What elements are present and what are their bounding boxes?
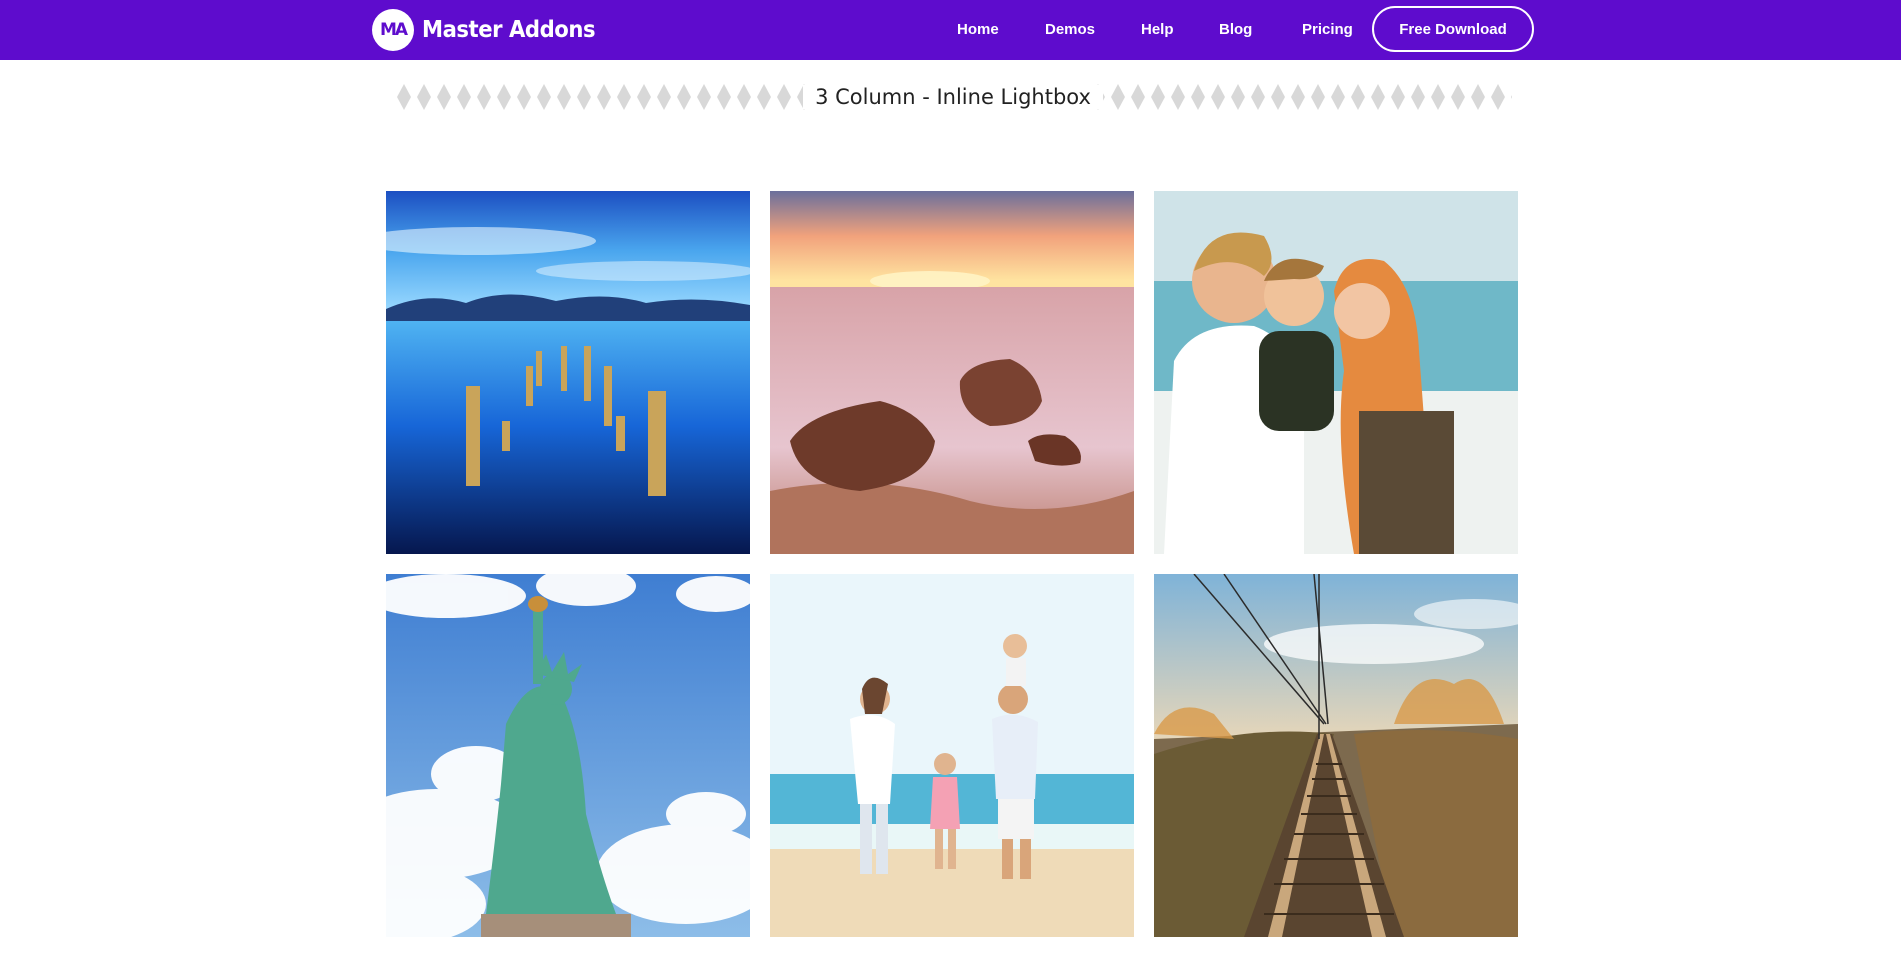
gallery-item-railway[interactable] xyxy=(1154,574,1518,937)
section-title: 3 Column - Inline Lightbox xyxy=(394,85,1512,109)
gallery-item-lake-pier[interactable] xyxy=(386,191,750,554)
sunset-beach-image xyxy=(770,191,1134,554)
main-nav: Home Demos Help Blog Pricing xyxy=(0,0,1901,60)
lake-pier-image xyxy=(386,191,750,554)
gallery-item-statue-of-liberty[interactable] xyxy=(386,574,750,937)
nav-home[interactable]: Home xyxy=(957,21,999,38)
section-title-text: 3 Column - Inline Lightbox xyxy=(803,85,1103,109)
free-download-button[interactable]: Free Download xyxy=(1372,6,1534,52)
gallery-item-family-kiss[interactable] xyxy=(1154,191,1518,554)
gallery-item-sunset-beach[interactable] xyxy=(770,191,1134,554)
railway-image xyxy=(1154,574,1518,937)
family-kiss-image xyxy=(1154,191,1518,554)
family-walking-image xyxy=(770,574,1134,937)
nav-pricing[interactable]: Pricing xyxy=(1302,21,1353,38)
gallery-item-family-walking[interactable] xyxy=(770,574,1134,937)
nav-blog[interactable]: Blog xyxy=(1219,21,1252,38)
nav-demos[interactable]: Demos xyxy=(1045,21,1095,38)
nav-help[interactable]: Help xyxy=(1141,21,1174,38)
statue-of-liberty-image xyxy=(386,574,750,937)
top-navbar: MA Master Addons Home Demos Help Blog Pr… xyxy=(0,0,1901,60)
section-heading: 3 Column - Inline Lightbox xyxy=(394,80,1512,114)
